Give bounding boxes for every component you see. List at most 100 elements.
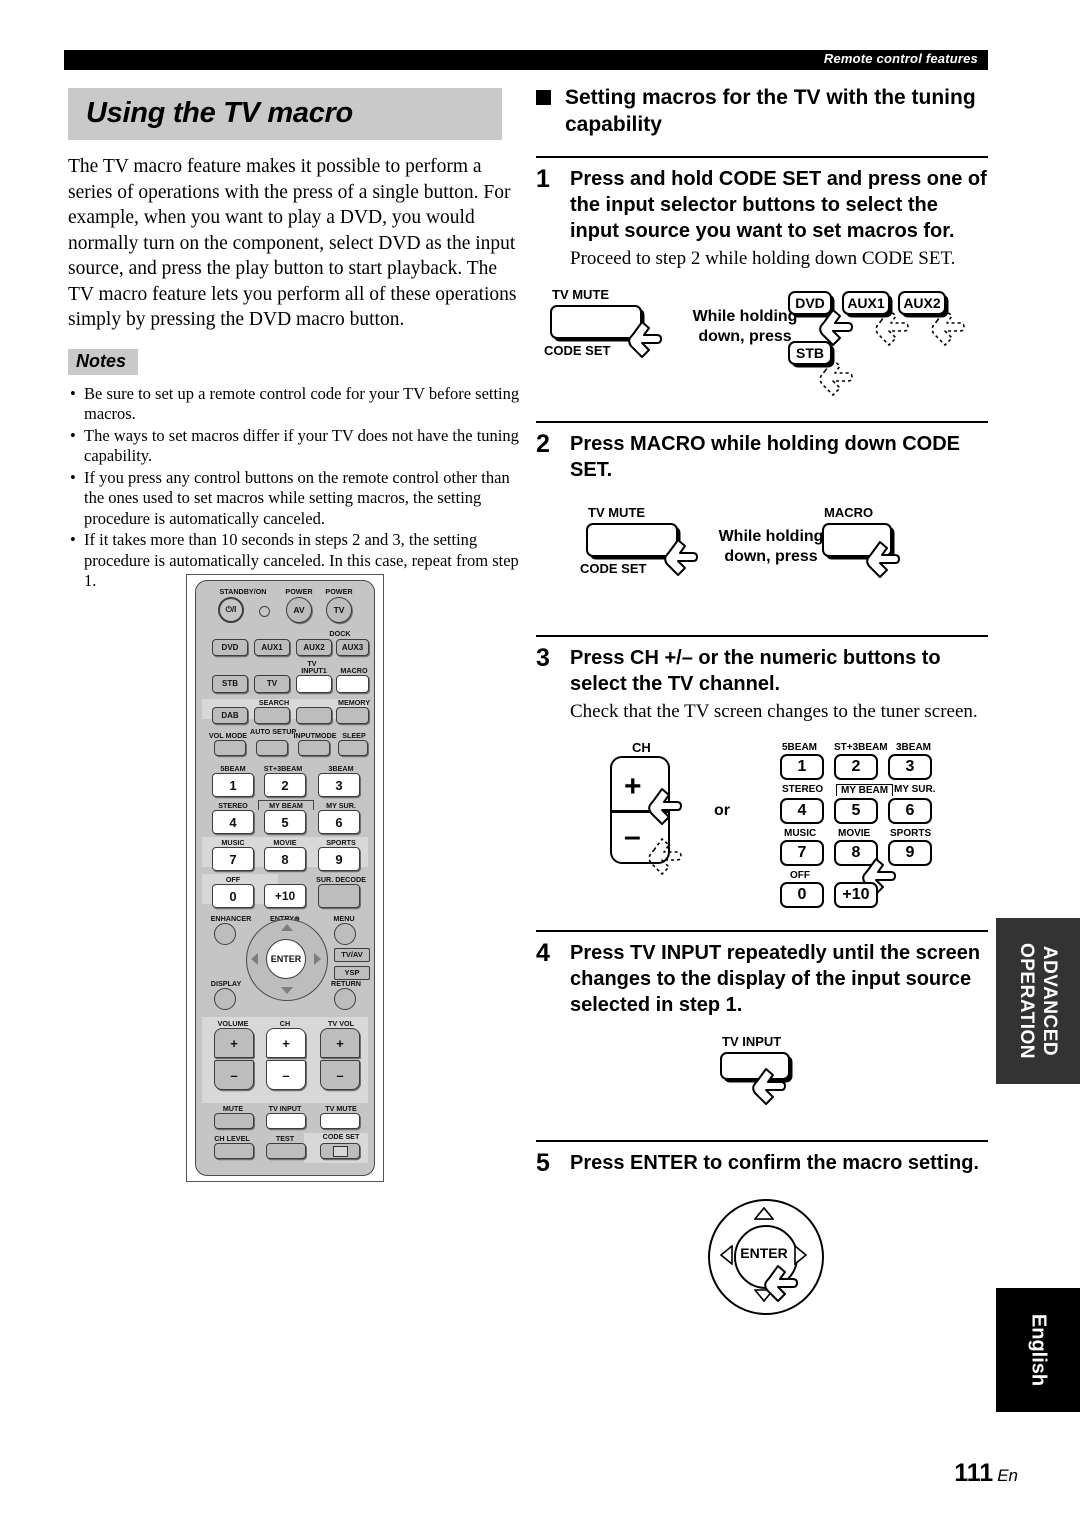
- pointing-hand-icon: [628, 319, 662, 359]
- side-tab-advanced-label: ADVANCED OPERATION: [1016, 942, 1060, 1060]
- step-4: 4 Press TV INPUT repeatedly until the sc…: [536, 932, 988, 1018]
- fig3-key-2: 2: [834, 754, 878, 780]
- remote-label-input-mode: INPUTMODE: [293, 731, 337, 740]
- remote-label-power-av: POWER: [285, 587, 313, 596]
- remote-label-my-beam: MY BEAM: [258, 800, 314, 810]
- remote-key-auto-setup: [256, 740, 288, 756]
- remote-label-tv-input: TV INPUT: [268, 1104, 302, 1113]
- pointing-hand-icon: [866, 539, 900, 579]
- remote-key-tv-vol-up: +: [320, 1028, 360, 1058]
- notes-label: Notes: [68, 348, 139, 375]
- remote-key-display: [214, 988, 236, 1010]
- remote-label-code-set: CODE SET: [322, 1132, 360, 1141]
- remote-control-illustration: STANDBY/ON ⏻/I POWER AV POWER TV DOCK DV…: [186, 574, 384, 1182]
- remote-key-tv-vol-down: –: [320, 1060, 360, 1090]
- remote-key-preset-down: [296, 707, 332, 724]
- step-5: 5 Press ENTER to confirm the macro setti…: [536, 1142, 988, 1177]
- fig3-key-6: 6: [888, 798, 932, 824]
- remote-key-plus10: +10: [264, 884, 306, 908]
- remote-label-3beam: 3BEAM: [328, 764, 354, 773]
- fig5-left-arrow-icon: [719, 1244, 733, 1270]
- step-subtext: Proceed to step 2 while holding down COD…: [570, 248, 956, 269]
- remote-key-6: 6: [318, 810, 360, 834]
- remote-key-dab: DAB: [212, 707, 248, 724]
- remote-label-ch-level: CH LEVEL: [214, 1134, 250, 1143]
- remote-label-macro: MACRO: [340, 666, 368, 675]
- remote-label-power-tv: POWER: [325, 587, 353, 596]
- pointing-hand-icon: [819, 357, 853, 397]
- remote-label-5beam: 5BEAM: [220, 764, 246, 773]
- remote-dpad-down-icon: [281, 987, 293, 994]
- right-column: Setting macros for the TV with the tunin…: [536, 84, 988, 1321]
- remote-label-vol-mode: VOL MODE: [208, 731, 248, 740]
- remote-body: STANDBY/ON ⏻/I POWER AV POWER TV DOCK DV…: [195, 580, 375, 1176]
- step-3: 3 Press CH +/– or the numeric buttons to…: [536, 637, 988, 724]
- notes-list: Be sure to set up a remote control code …: [68, 384, 520, 592]
- page-number: 111: [954, 1459, 994, 1487]
- remote-key-aux2: AUX2: [296, 639, 332, 656]
- remote-key-tv: TV: [254, 675, 290, 693]
- page-language: En: [997, 1466, 1018, 1485]
- pointing-hand-icon: [648, 836, 682, 876]
- fig5-enter-label: ENTER: [740, 1245, 788, 1261]
- pointing-hand-icon: [664, 537, 698, 577]
- code-set-square-icon: [332, 1145, 348, 1157]
- remote-label-search: SEARCH: [258, 698, 290, 707]
- remote-label-menu: MENU: [333, 914, 355, 923]
- fig1-tv-mute-label: TV MUTE: [552, 287, 610, 302]
- page-title: Using the TV macro: [86, 97, 353, 129]
- remote-label-sur-decode: SUR. DECODE: [316, 875, 366, 884]
- pointing-hand-icon: [648, 786, 682, 826]
- remote-key-9: 9: [318, 847, 360, 871]
- fig3-key-label: MY SUR.: [894, 784, 936, 795]
- remote-label-stereo: STEREO: [218, 801, 248, 810]
- fig2-while-holding-label: While holding down, press: [718, 528, 824, 565]
- remote-key-8: 8: [264, 847, 306, 871]
- section-heading: Setting macros for the TV with the tunin…: [536, 84, 988, 138]
- remote-label-ch: CH: [279, 1019, 291, 1028]
- running-head-bar: Remote control features: [64, 50, 988, 70]
- remote-label-test: TEST: [275, 1134, 295, 1143]
- remote-key-aux1: AUX1: [254, 639, 290, 656]
- list-item: If you press any control buttons on the …: [68, 468, 520, 530]
- page-folio: 111 En: [954, 1459, 1018, 1488]
- fig3-key-0: 0: [780, 882, 824, 908]
- remote-key-power-tv: TV: [326, 597, 352, 623]
- remote-key-search: [254, 707, 290, 724]
- fig3-ch-label: CH: [632, 740, 651, 755]
- fig3-key-label: MUSIC: [784, 828, 817, 839]
- remote-label-sleep: SLEEP: [342, 731, 366, 740]
- fig3-key-label: STEREO: [782, 784, 824, 795]
- remote-key-2: 2: [264, 773, 306, 797]
- remote-key-3: 3: [318, 773, 360, 797]
- remote-indicator-led: [259, 606, 270, 617]
- fig3-key-label: MY BEAM: [836, 784, 894, 796]
- remote-label-tv-vol: TV VOL: [328, 1019, 354, 1028]
- fig3-key-plus10: +10: [834, 882, 878, 908]
- step-1: 1 Press and hold CODE SET and press one …: [536, 158, 988, 271]
- remote-label-enhancer: ENHANCER: [210, 914, 252, 923]
- step-number: 2: [536, 430, 550, 458]
- figure-step-4: TV INPUT: [536, 1034, 988, 1122]
- figure-step-3: CH + – or 5BEAM ST+3BEAM 3BEAM 1 2 3 STE…: [536, 740, 988, 912]
- fig5-up-arrow-icon: [754, 1207, 774, 1220]
- fig2-tv-mute-label: TV MUTE: [588, 505, 646, 520]
- step-heading: Press MACRO while holding down CODE SET.: [570, 433, 961, 481]
- fig3-key-label: 3BEAM: [896, 742, 932, 753]
- remote-key-input-mode: [298, 740, 330, 756]
- step-number: 4: [536, 939, 550, 967]
- step-subtext: Check that the TV screen changes to the …: [570, 701, 978, 722]
- remote-key-1: 1: [212, 773, 254, 797]
- remote-key-ch-up: +: [266, 1028, 306, 1058]
- fig3-key-7: 7: [780, 840, 824, 866]
- fig3-or-label: or: [714, 802, 730, 819]
- step-number: 5: [536, 1149, 550, 1177]
- fig3-key-label: 5BEAM: [782, 742, 818, 753]
- remote-label-display: DISPLAY: [210, 979, 242, 988]
- remote-key-test: [266, 1143, 306, 1159]
- fig3-ch-minus-label: –: [624, 820, 641, 853]
- remote-key-ysp: YSP: [334, 966, 370, 980]
- remote-key-vol-mode: [214, 740, 246, 756]
- running-head-text: Remote control features: [823, 51, 978, 66]
- remote-key-menu: [334, 923, 356, 945]
